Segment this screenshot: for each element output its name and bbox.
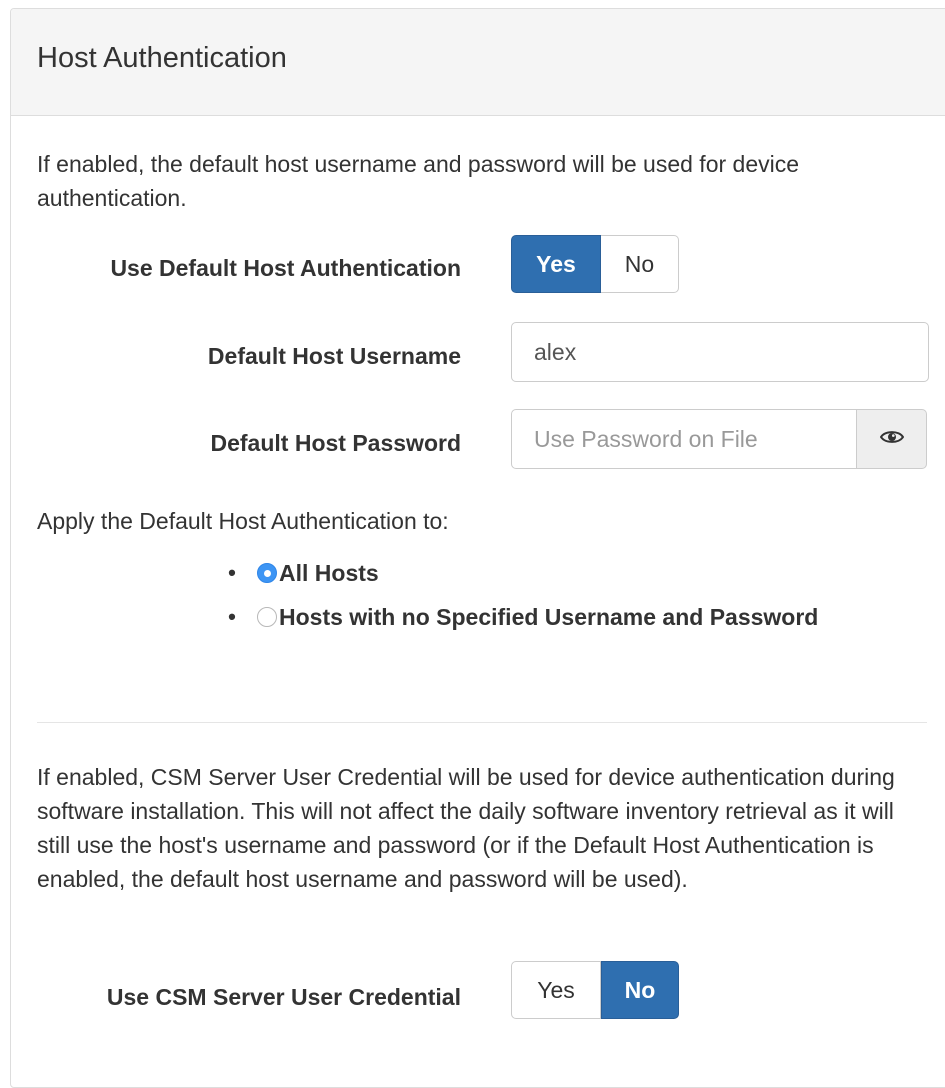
all-hosts-radio[interactable] — [257, 563, 277, 583]
csm-credential-description: If enabled, CSM Server User Credential w… — [37, 764, 895, 892]
default-host-password-input[interactable] — [511, 409, 857, 469]
bullet-icon: • — [228, 560, 236, 585]
default-host-username-input[interactable] — [511, 322, 929, 382]
default-host-username-label: Default Host Username — [207, 343, 461, 369]
all-hosts-label[interactable]: All Hosts — [279, 560, 379, 587]
apply-to-options: • All Hosts • Hosts with no Specified Us… — [221, 551, 818, 639]
csm-credential-no-button[interactable]: No — [601, 961, 679, 1019]
default-host-password-group — [511, 409, 927, 469]
bullet-icon: • — [228, 604, 236, 629]
list-item: • Hosts with no Specified Username and P… — [221, 595, 818, 639]
eye-icon — [879, 429, 904, 450]
use-default-host-auth-label: Use Default Host Authentication — [110, 255, 461, 281]
use-csm-credential-label: Use CSM Server User Credential — [106, 984, 461, 1010]
csm-credential-yes-button[interactable]: Yes — [511, 961, 601, 1019]
panel-heading: Host Authentication — [11, 9, 945, 116]
use-default-no-button[interactable]: No — [601, 235, 679, 293]
host-auth-description: If enabled, the default host username an… — [37, 151, 800, 211]
use-csm-credential-toggle: Yes No — [511, 961, 679, 1019]
use-default-host-auth-toggle: Yes No — [511, 235, 679, 293]
list-item: • All Hosts — [221, 551, 818, 595]
show-password-button[interactable] — [857, 409, 927, 469]
use-default-yes-button[interactable]: Yes — [511, 235, 601, 293]
panel-title: Host Authentication — [37, 42, 287, 74]
default-host-password-label: Default Host Password — [210, 430, 462, 456]
hosts-no-credentials-label[interactable]: Hosts with no Specified Username and Pas… — [279, 604, 818, 631]
apply-to-label: Apply the Default Host Authentication to… — [37, 508, 449, 534]
hosts-no-credentials-radio[interactable] — [257, 607, 277, 627]
section-divider — [37, 722, 927, 723]
host-authentication-panel: Host Authentication If enabled, the defa… — [10, 8, 945, 1088]
